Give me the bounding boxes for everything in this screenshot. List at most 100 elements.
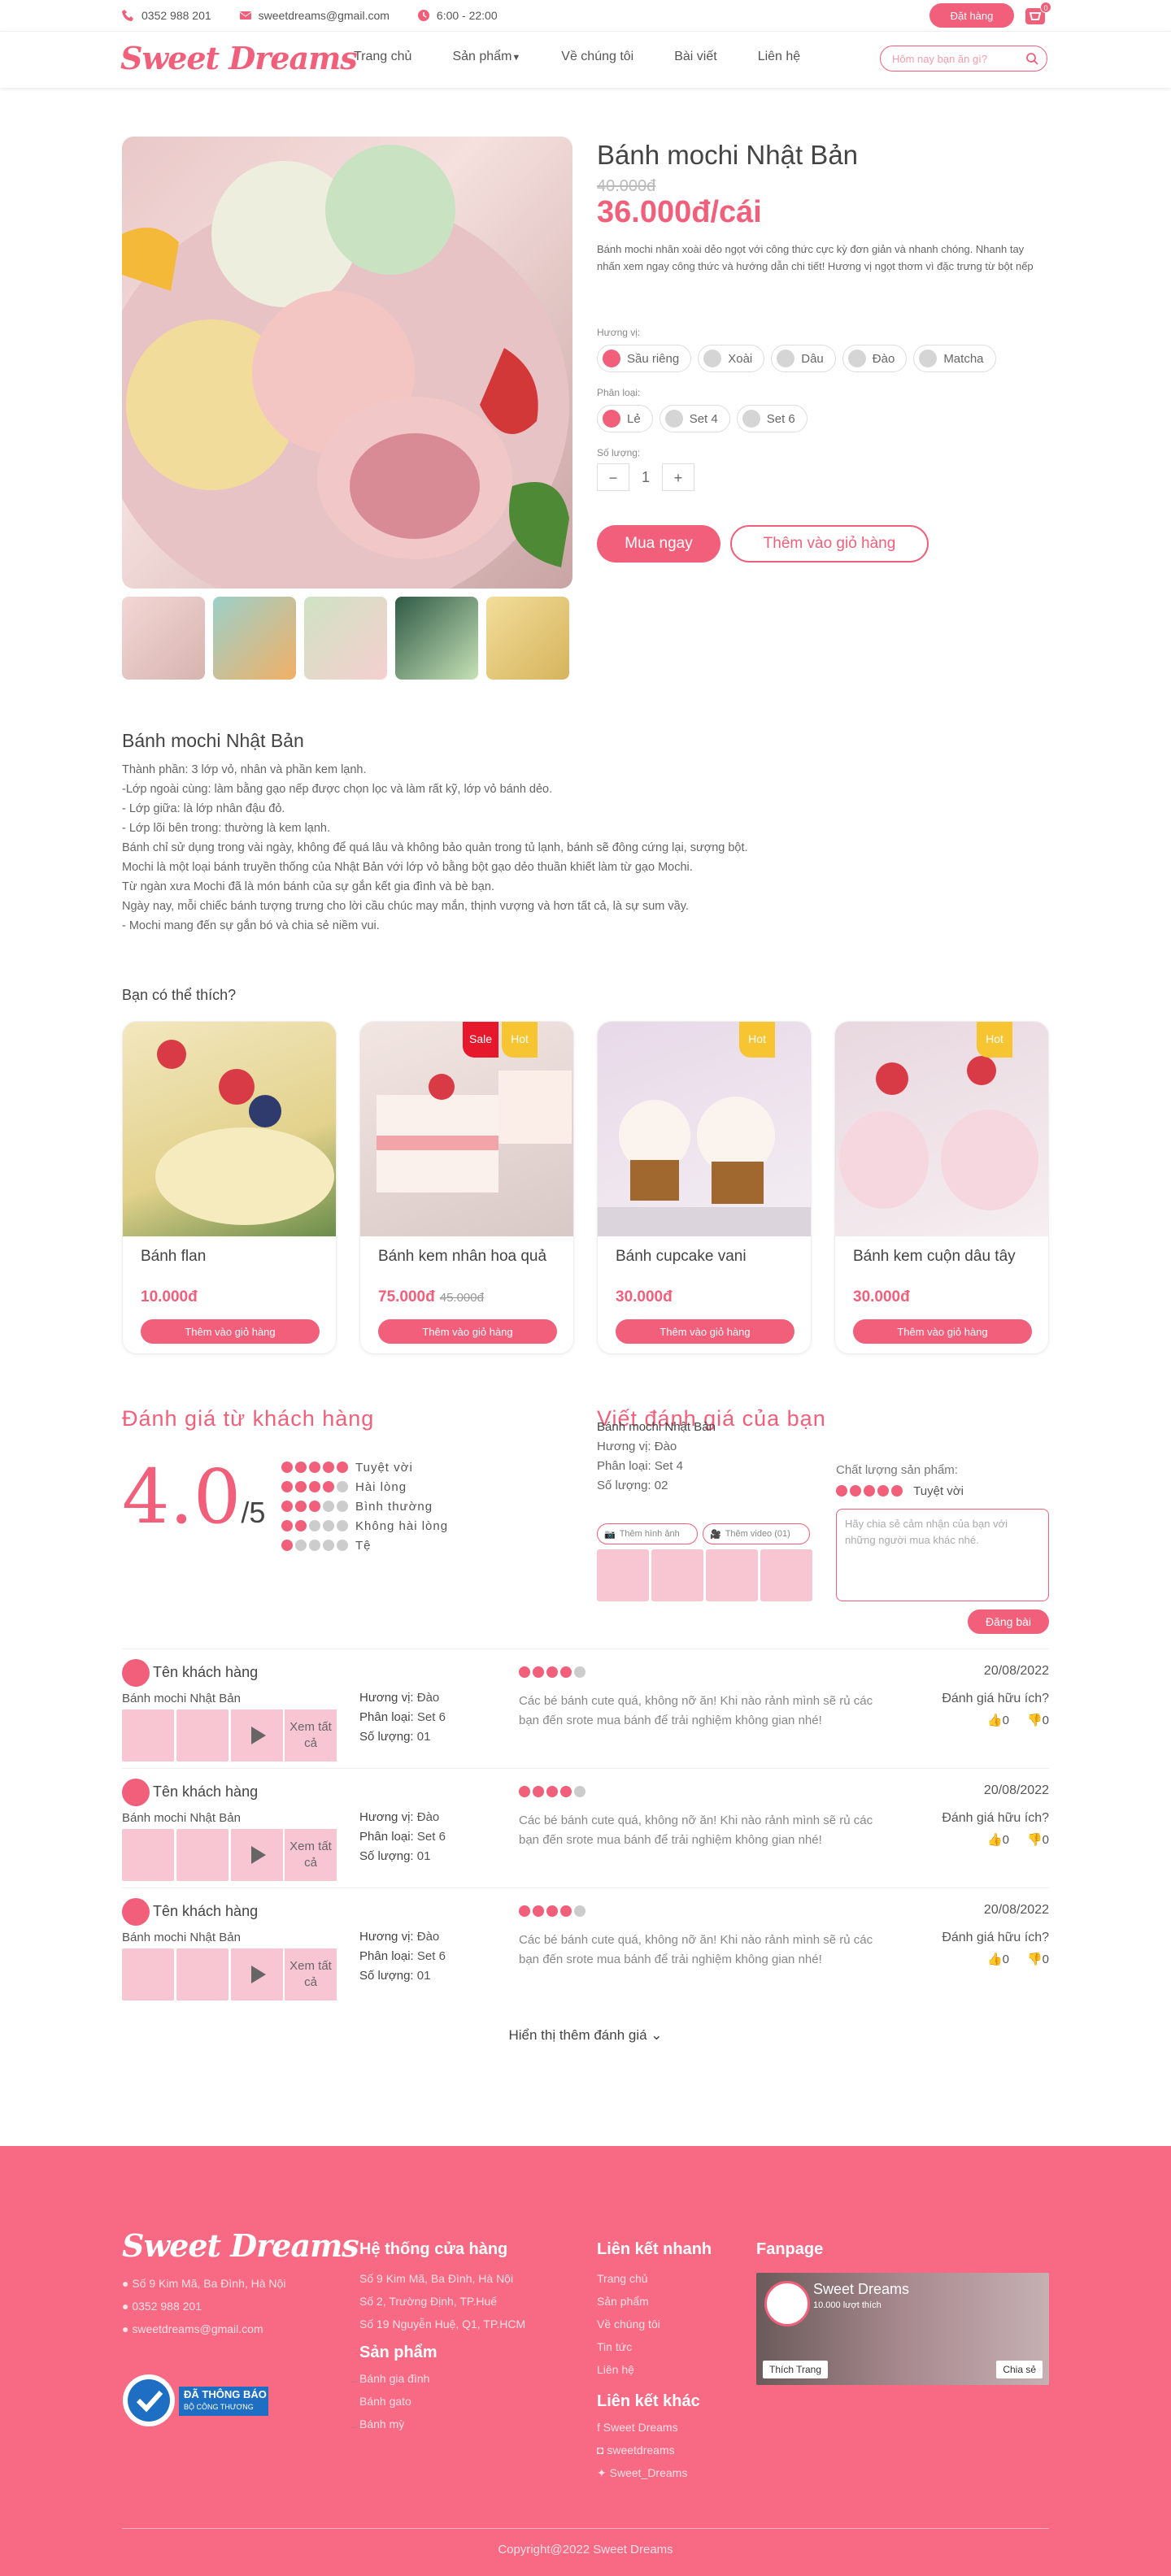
search-input[interactable]: Hôm nay bạn ăn gì? [880, 46, 1047, 72]
type-option[interactable]: Lẻ [597, 405, 653, 432]
star-icon [281, 1520, 293, 1531]
star-icon[interactable] [891, 1485, 903, 1497]
review-media[interactable] [122, 1948, 174, 2000]
quick-link[interactable]: Tin tức [597, 2335, 712, 2358]
nav-item-about[interactable]: Về chúng tôi [561, 50, 633, 64]
add-video-button[interactable]: 🎥 Thêm video (01) [703, 1523, 810, 1544]
quality-rating[interactable]: Tuyệt vời [836, 1484, 964, 1498]
product-thumbnail[interactable] [304, 597, 387, 680]
review-item: Tên khách hàng Bánh mochi Nhật Bản Xem tất… [122, 1768, 1049, 1887]
thumbs-down-button[interactable]: 👎0 [1027, 1832, 1049, 1847]
product-link[interactable]: Bánh gato [359, 2390, 525, 2413]
thumbs-down-button[interactable]: 👎0 [1027, 1713, 1049, 1727]
quick-link[interactable]: Sản phẩm [597, 2290, 712, 2313]
card-add-button[interactable]: Thêm vào giỏ hàng [141, 1319, 320, 1344]
review-media[interactable] [176, 1948, 229, 2000]
quick-link[interactable]: Về chúng tôi [597, 2313, 712, 2335]
thumbs-up-button[interactable]: 👍0 [987, 1952, 1009, 1966]
card-add-button[interactable]: Thêm vào giỏ hàng [378, 1319, 557, 1344]
product-thumbnail[interactable] [395, 597, 478, 680]
type-option[interactable]: Set 6 [736, 405, 808, 432]
quick-link[interactable]: Liên hệ [597, 2358, 712, 2381]
review-details: Hương vị: Đào Phân loại: Set 6 Số lượng: 0… [359, 1808, 446, 1866]
flavor-option[interactable]: Đào [842, 345, 908, 372]
flavor-option[interactable]: Xoài [698, 345, 765, 372]
product-card[interactable]: Sale Hot Bánh kem nhân hoa quả 75.000đ 45… [359, 1021, 574, 1354]
type-option[interactable]: Set 4 [659, 405, 730, 432]
thumbs-down-icon: 👎 [1026, 1953, 1043, 1966]
product-link[interactable]: Bánh gia đình [359, 2367, 525, 2390]
card-add-button[interactable]: Thêm vào giỏ hàng [616, 1319, 794, 1344]
star-icon[interactable] [850, 1485, 861, 1497]
quick-link[interactable]: Trang chủ [597, 2267, 712, 2290]
product-link[interactable]: Bánh mỳ [359, 2413, 525, 2435]
play-icon[interactable] [231, 1948, 283, 2000]
play-icon[interactable] [231, 1709, 283, 1761]
footer-logo[interactable]: Sweet Dreams [122, 2227, 359, 2264]
plus-icon[interactable]: + [662, 463, 694, 491]
store-link[interactable]: Số 2, Trường Định, TP.Huế [359, 2290, 525, 2313]
flavor-option[interactable]: Dâu [771, 345, 836, 372]
view-all-media[interactable]: Xem tất cả [285, 1709, 337, 1761]
review-media[interactable] [176, 1709, 229, 1761]
add-to-cart-button[interactable]: Thêm vào giỏ hàng [730, 525, 929, 563]
star-icon[interactable] [836, 1485, 847, 1497]
order-button[interactable]: Đặt hàng [929, 3, 1014, 28]
review-media[interactable] [122, 1829, 174, 1881]
fanpage-widget[interactable]: Sweet Dreams 10.000 lượt thích Thích Tra… [756, 2273, 1049, 2385]
minus-icon[interactable]: − [597, 463, 629, 491]
card-name[interactable]: Bánh cupcake vani [616, 1246, 794, 1267]
product-card[interactable]: Hot Bánh cupcake vani 30.000đ Thêm vào g… [597, 1021, 812, 1354]
flavor-option[interactable]: Sầu riêng [597, 345, 692, 372]
nav-item-home[interactable]: Trang chủ [354, 50, 411, 64]
card-add-button[interactable]: Thêm vào giỏ hàng [853, 1319, 1032, 1344]
thumbs-up-button[interactable]: 👍0 [987, 1713, 1009, 1727]
card-name[interactable]: Bánh flan [141, 1246, 320, 1267]
show-more-reviews[interactable]: Hiển thị thêm đánh giá ⌄ [0, 2027, 1171, 2044]
play-icon[interactable] [231, 1829, 283, 1881]
search-icon[interactable] [1025, 52, 1038, 65]
star-icon[interactable] [877, 1485, 889, 1497]
store-link[interactable]: Số 9 Kim Mã, Ba Đình, Hà Nội [359, 2267, 525, 2290]
site-logo[interactable]: Sweet Dreams [120, 40, 358, 76]
media-slot[interactable] [651, 1549, 703, 1601]
star-icon [295, 1481, 307, 1492]
post-review-button[interactable]: Đăng bài [968, 1609, 1049, 1634]
view-all-media[interactable]: Xem tất cả [285, 1829, 337, 1881]
add-photo-button[interactable]: 📷 Thêm hình ảnh [597, 1523, 698, 1544]
twitter-link[interactable]: ✦ Sweet_Dreams [597, 2461, 712, 2484]
product-card[interactable]: Hot Bánh kem cuộn dâu tây 30.000đ Thêm v… [834, 1021, 1049, 1354]
product-thumbnail[interactable] [213, 597, 296, 680]
card-name[interactable]: Bánh kem cuộn dâu tây [853, 1246, 1032, 1267]
thumbs-up-button[interactable]: 👍0 [987, 1832, 1009, 1847]
facebook-link[interactable]: f Sweet Dreams [597, 2416, 712, 2439]
card-name[interactable]: Bánh kem nhân hoa quả [378, 1246, 557, 1267]
review-qty-key: Số lượng: [359, 1849, 414, 1863]
buy-now-button[interactable]: Mua ngay [597, 525, 720, 563]
quantity-value[interactable]: 1 [629, 463, 662, 491]
product-thumbnail[interactable] [486, 597, 569, 680]
review-type-key: Phân loại: [359, 1710, 414, 1724]
store-link[interactable]: Số 19 Nguyễn Huệ, Q1, TP.HCM [359, 2313, 525, 2335]
thumbs-down-button[interactable]: 👎0 [1027, 1952, 1049, 1966]
review-media[interactable] [176, 1829, 229, 1881]
nav-item-contact[interactable]: Liên hệ [758, 50, 801, 64]
cart-button[interactable]: 0 [1022, 2, 1051, 28]
star-icon[interactable] [864, 1485, 875, 1497]
nav-item-products[interactable]: Sản phẩm▼ [452, 50, 520, 64]
review-textarea[interactable]: Hãy chia sẻ cảm nhận của bạn với những n… [836, 1509, 1049, 1601]
media-slot[interactable] [597, 1549, 649, 1601]
fanpage-like-button[interactable]: Thích Trang [763, 2361, 829, 2378]
media-slot[interactable] [706, 1549, 758, 1601]
product-card[interactable]: Bánh flan 10.000đ Thêm vào giỏ hàng [122, 1021, 337, 1354]
instagram-link[interactable]: ◘ sweetdreams [597, 2439, 712, 2461]
view-all-media[interactable]: Xem tất cả [285, 1948, 337, 2000]
review-media[interactable] [122, 1709, 174, 1761]
ministry-badge[interactable]: ĐÃ THÔNG BÁO BỘ CÔNG THƯƠNG [122, 2374, 272, 2427]
review-flavor-key: Hương vị: [359, 1930, 414, 1944]
media-slot[interactable] [760, 1549, 812, 1601]
product-thumbnail[interactable] [122, 597, 205, 680]
fanpage-share-button[interactable]: Chia sẻ [996, 2361, 1043, 2378]
nav-item-blog[interactable]: Bài viết [674, 50, 716, 64]
flavor-option[interactable]: Matcha [913, 345, 996, 372]
